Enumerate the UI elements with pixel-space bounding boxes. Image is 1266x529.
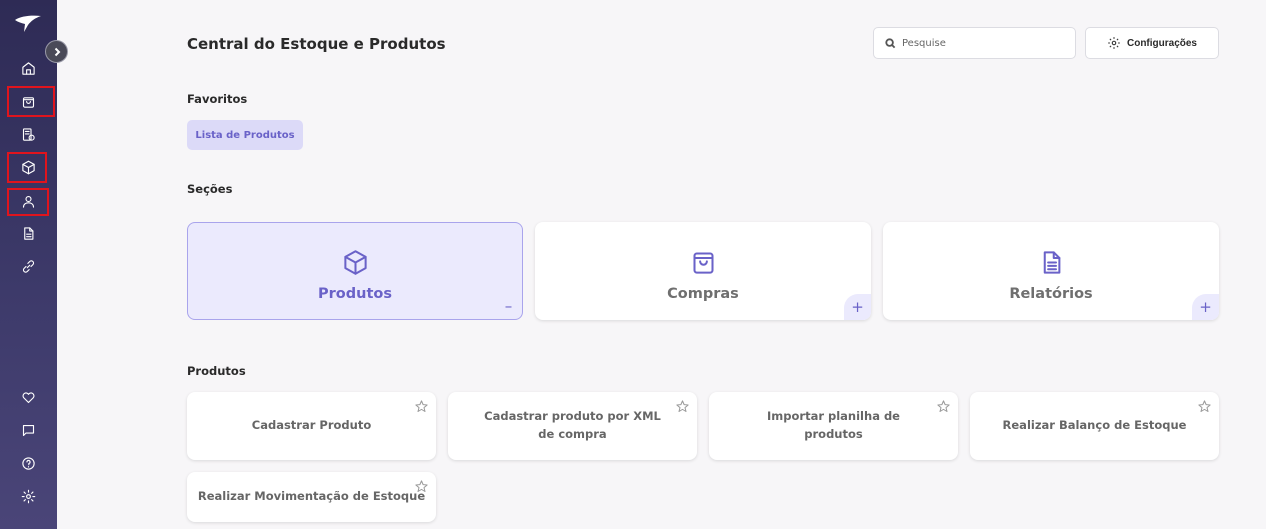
search-icon xyxy=(885,37,896,48)
section-card-label: Relatórios xyxy=(1009,285,1093,302)
finance-icon[interactable] xyxy=(17,123,39,145)
products-heading: Produtos xyxy=(187,364,246,378)
shopping-bag-icon[interactable] xyxy=(17,90,39,112)
product-action-card[interactable]: Realizar Balanço de Estoque xyxy=(970,392,1219,460)
logo-icon[interactable] xyxy=(13,12,43,34)
favorites-heading: Favoritos xyxy=(187,92,248,106)
star-icon[interactable] xyxy=(414,479,429,494)
section-card-relatorios[interactable]: Relatórios + xyxy=(883,222,1219,320)
expand-toggle[interactable]: + xyxy=(844,294,871,320)
gear-icon xyxy=(1108,37,1120,49)
product-action-card[interactable]: Importar planilha de produtos xyxy=(709,392,958,460)
main-content: Central do Estoque e Produtos Configuraç… xyxy=(57,0,1266,529)
page-title: Central do Estoque e Produtos xyxy=(187,35,446,53)
section-card-compras[interactable]: Compras + xyxy=(535,222,871,320)
chevron-right-icon xyxy=(54,47,60,56)
collapse-toggle[interactable]: – xyxy=(495,293,522,319)
sections-heading: Seções xyxy=(187,182,233,196)
settings-button-label: Configurações xyxy=(1126,37,1197,49)
help-icon[interactable] xyxy=(17,452,39,474)
box-icon[interactable] xyxy=(17,156,39,178)
product-action-label: Cadastrar produto por XML de compra xyxy=(484,409,661,441)
document-icon[interactable] xyxy=(17,222,39,244)
star-icon[interactable] xyxy=(1197,399,1212,414)
box-icon xyxy=(343,249,367,275)
search-input[interactable] xyxy=(902,37,1062,49)
section-card-label: Produtos xyxy=(318,285,392,302)
sidebar xyxy=(0,0,57,529)
product-action-label: Realizar Balanço de Estoque xyxy=(1002,418,1187,433)
product-action-card[interactable]: Realizar Movimentação de Estoque xyxy=(187,472,436,522)
star-icon[interactable] xyxy=(414,399,429,414)
user-icon[interactable] xyxy=(17,190,39,212)
product-action-label: Importar planilha de produtos xyxy=(767,409,900,441)
gear-icon[interactable] xyxy=(17,485,39,507)
settings-button[interactable]: Configurações xyxy=(1085,27,1219,59)
product-action-card[interactable]: Cadastrar produto por XML de compra xyxy=(448,392,697,460)
chat-icon[interactable] xyxy=(17,419,39,441)
home-icon[interactable] xyxy=(17,57,39,79)
sidebar-expand-button[interactable] xyxy=(45,40,68,63)
expand-toggle[interactable]: + xyxy=(1192,294,1219,320)
search-box[interactable] xyxy=(873,27,1076,59)
star-icon[interactable] xyxy=(936,399,951,414)
star-icon[interactable] xyxy=(675,399,690,414)
document-icon xyxy=(1043,250,1060,274)
product-action-label: Realizar Movimentação de Estoque xyxy=(197,489,426,504)
product-action-label: Cadastrar Produto xyxy=(251,418,372,433)
section-card-label: Compras xyxy=(667,285,739,302)
heart-icon[interactable] xyxy=(17,386,39,408)
link-icon[interactable] xyxy=(17,255,39,277)
section-card-produtos[interactable]: Produtos – xyxy=(187,222,523,320)
shopping-bag-icon xyxy=(692,251,714,274)
favorite-chip[interactable]: Lista de Produtos xyxy=(187,120,303,150)
product-action-card[interactable]: Cadastrar Produto xyxy=(187,392,436,460)
